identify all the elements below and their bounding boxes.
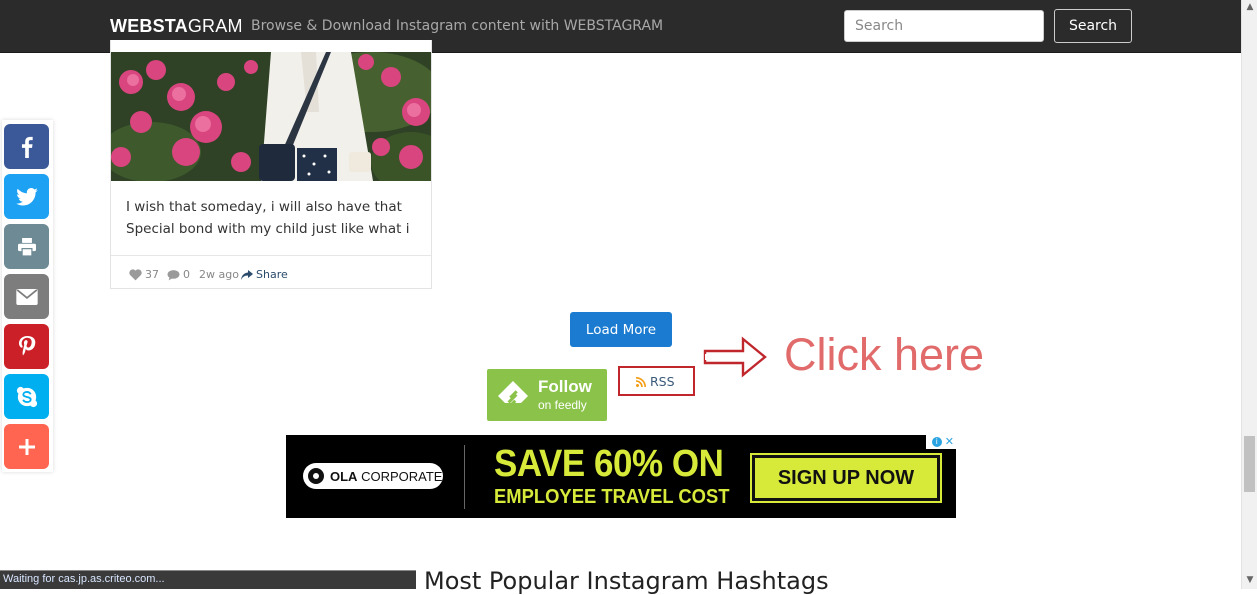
info-icon: i: [931, 437, 942, 447]
rss-link[interactable]: RSS: [636, 374, 675, 389]
share-link[interactable]: Share: [241, 268, 288, 281]
post-footer: 37 0 2w ago Share: [111, 255, 431, 290]
email-share-button[interactable]: [4, 274, 49, 319]
social-share-bar: [2, 120, 53, 472]
load-more-button[interactable]: Load More: [570, 312, 672, 347]
rss-icon: [636, 376, 646, 387]
click-here-annotation: Click here: [784, 329, 985, 380]
post-photo-image: [111, 52, 431, 181]
ad-choices[interactable]: i ✕: [926, 435, 956, 449]
envelope-icon: [15, 288, 38, 305]
plus-icon: [18, 438, 35, 455]
feedly-follow-button[interactable]: Follow on feedly: [487, 369, 607, 421]
printer-icon: [17, 237, 36, 256]
search-button[interactable]: Search: [1054, 9, 1132, 43]
scroll-up-icon[interactable]: ▲: [1245, 2, 1255, 12]
twitter-share-button[interactable]: [4, 174, 49, 219]
ad-signup-button[interactable]: SIGN UP NOW: [750, 453, 942, 503]
section-heading: Most Popular Instagram Hashtags: [424, 567, 829, 595]
feedly-sub-label: on feedly: [538, 398, 587, 412]
facebook-icon: [21, 136, 33, 158]
search-input[interactable]: [844, 10, 1044, 42]
ad-divider: [464, 445, 465, 509]
post-photo[interactable]: [111, 52, 431, 181]
skype-share-button[interactable]: [4, 374, 49, 419]
likes-count: 37: [129, 268, 159, 281]
annotation-arrow-icon: [703, 336, 767, 378]
heart-icon: [129, 268, 142, 280]
ad-subline: EMPLOYEE TRAVEL COST: [494, 486, 730, 508]
comments-count: 0: [167, 268, 190, 281]
caption-line: I wish that someday, i will also have th…: [126, 199, 402, 215]
browser-status-bar: Waiting for cas.jp.as.criteo.com...: [0, 570, 416, 589]
twitter-icon: [15, 187, 38, 205]
page-scrollbar[interactable]: ▲ ▼: [1241, 0, 1257, 589]
site-tagline: Browse & Download Instagram content with…: [251, 18, 664, 34]
feedly-icon: [498, 381, 528, 406]
ad-headline: SAVE 60% ON: [494, 443, 724, 485]
more-share-button[interactable]: [4, 424, 49, 469]
feedly-follow-label: Follow: [538, 377, 592, 396]
ola-logo-icon: [308, 468, 324, 484]
post-card: I wish that someday, i will also have th…: [110, 40, 432, 289]
advertisement-banner[interactable]: OLA CORPORATE SAVE 60% ON EMPLOYEE TRAVE…: [286, 435, 956, 518]
print-share-button[interactable]: [4, 224, 49, 269]
brand-logo[interactable]: WEBSTAGRAM: [110, 16, 243, 37]
scroll-down-icon[interactable]: ▼: [1245, 575, 1255, 585]
rss-highlight-box: RSS: [618, 366, 695, 396]
caption-line: Special bond with my child just like wha…: [126, 221, 410, 237]
facebook-share-button[interactable]: [4, 124, 49, 169]
pinterest-share-button[interactable]: [4, 324, 49, 369]
close-icon[interactable]: ✕: [945, 436, 954, 448]
pinterest-icon: [18, 335, 35, 355]
ad-brand-logo: OLA CORPORATE: [303, 463, 443, 489]
share-icon: [241, 269, 253, 280]
comment-icon: [167, 269, 180, 280]
post-time: 2w ago: [199, 268, 239, 281]
skype-icon: [16, 386, 37, 407]
scroll-thumb[interactable]: [1244, 436, 1255, 492]
post-caption: I wish that someday, i will also have th…: [126, 196, 421, 240]
